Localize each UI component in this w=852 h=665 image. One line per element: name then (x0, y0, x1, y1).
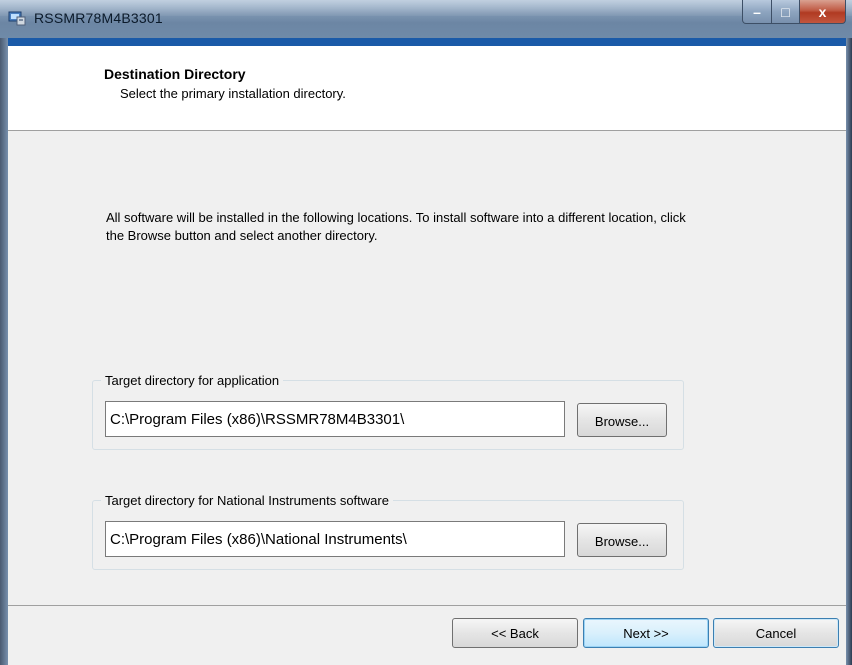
application-directory-label: Target directory for application (101, 373, 284, 388)
back-button[interactable]: << Back (452, 618, 578, 648)
application-directory-group: Target directory for application Browse.… (92, 373, 684, 450)
installer-window: RSSMR78M4B3301 – □ x Destination Directo… (0, 0, 852, 665)
wizard-header: Destination Directory Select the primary… (8, 46, 846, 131)
next-button[interactable]: Next >> (583, 618, 709, 648)
accent-strip (8, 38, 846, 46)
minimize-button[interactable]: – (742, 0, 772, 24)
window-frame-left (0, 38, 8, 665)
installer-app-icon (8, 11, 26, 26)
caption-buttons: – □ x (742, 0, 846, 26)
page-subtitle: Select the primary installation director… (120, 86, 346, 101)
title-bar[interactable]: RSSMR78M4B3301 – □ x (0, 0, 852, 39)
close-icon: x (818, 3, 827, 20)
page-title: Destination Directory (104, 66, 246, 82)
instruction-text: All software will be installed in the fo… (106, 210, 686, 243)
close-button[interactable]: x (800, 0, 846, 24)
ni-directory-input[interactable] (105, 521, 565, 557)
window-title: RSSMR78M4B3301 (34, 10, 163, 26)
wizard-footer: << Back Next >> Cancel (8, 605, 846, 665)
application-directory-input[interactable] (105, 401, 565, 437)
wizard-content: All software will be installed in the fo… (8, 131, 846, 605)
maximize-button[interactable]: □ (772, 0, 800, 24)
minimize-icon: – (753, 3, 761, 20)
application-browse-button[interactable]: Browse... (577, 403, 667, 437)
ni-browse-button[interactable]: Browse... (577, 523, 667, 557)
window-frame-right (846, 38, 852, 665)
ni-directory-label: Target directory for National Instrument… (101, 493, 393, 508)
ni-directory-group: Target directory for National Instrument… (92, 493, 684, 570)
cancel-button[interactable]: Cancel (713, 618, 839, 648)
maximize-icon: □ (781, 3, 790, 20)
